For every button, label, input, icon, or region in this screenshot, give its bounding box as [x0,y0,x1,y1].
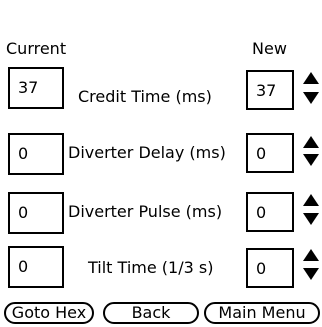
tilt-time-label: Tilt Time (1/3 s) [88,258,214,277]
down-arrow-icon[interactable] [303,92,319,104]
current-value-credit-time: 37 [8,67,64,109]
up-arrow-icon[interactable] [303,249,319,261]
new-value-credit-time-input[interactable]: 37 [246,70,294,110]
current-value-diverter-pulse: 0 [8,192,64,234]
diverter-pulse-label: Diverter Pulse (ms) [68,202,223,221]
up-arrow-icon[interactable] [303,136,319,148]
up-arrow-icon[interactable] [303,194,319,206]
down-arrow-icon[interactable] [303,213,319,225]
new-value-diverter-pulse-input[interactable]: 0 [246,192,294,232]
new-value-tilt-time-input[interactable]: 0 [246,248,294,288]
current-column-header: Current [6,39,67,58]
down-arrow-icon[interactable] [303,154,319,166]
back-button[interactable]: Back [103,302,199,324]
down-arrow-icon[interactable] [303,268,319,280]
diverter-delay-label: Diverter Delay (ms) [68,143,226,162]
current-value-diverter-delay: 0 [8,133,64,175]
main-menu-button[interactable]: Main Menu [204,302,320,324]
new-column-header: New [252,39,287,58]
current-value-tilt-time: 0 [8,246,64,288]
credit-time-label: Credit Time (ms) [78,87,212,106]
new-value-diverter-delay-input[interactable]: 0 [246,133,294,173]
up-arrow-icon[interactable] [303,72,319,84]
goto-hex-button[interactable]: Goto Hex [4,302,94,324]
